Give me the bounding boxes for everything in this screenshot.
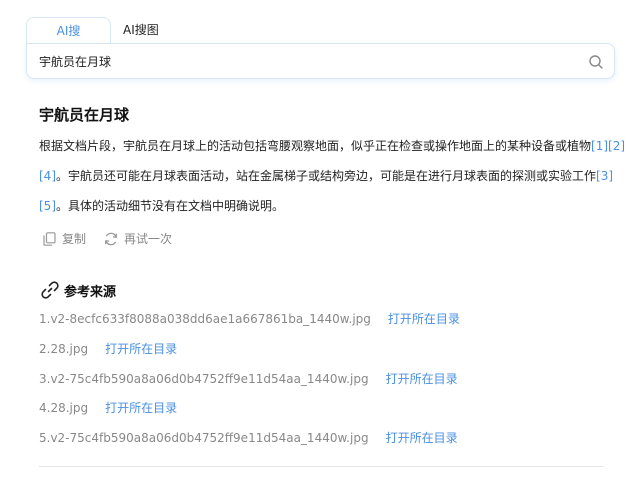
tab-ai-image-search[interactable]: AI搜图 [111,17,171,43]
tab-ai-search[interactable]: AI搜索 [26,17,111,64]
source-item: 4.28.jpg 打开所在目录 [39,399,177,416]
open-folder-link[interactable]: 打开所在目录 [386,370,458,387]
open-folder-link[interactable]: 打开所在目录 [388,310,460,327]
source-item: 3.v2-75c4fb590a8a06d0b4752ff9e11d54aa_14… [39,370,458,387]
source-file-name: 1.v2-8ecfc633f8088a038dd6ae1a667861ba_14… [39,311,371,326]
copy-label: 复制 [62,232,87,246]
copy-button[interactable]: 复制 [43,230,86,247]
reference-link-4[interactable]: [4] [39,169,56,183]
search-box [26,43,615,79]
retry-label: 再试一次 [124,232,173,246]
reference-link-2[interactable]: [2] [608,139,625,153]
sources-title: 参考来源 [64,284,117,300]
open-folder-link[interactable]: 打开所在目录 [105,399,177,416]
search-icon[interactable] [588,54,604,70]
source-file-name: 4.28.jpg [39,400,89,415]
answer-line-2: [4]。宇航员还可能在月球表面活动，站在金属梯子或结构旁边，可能是在进行月球表面… [39,167,613,184]
open-folder-link[interactable]: 打开所在目录 [386,429,458,446]
retry-button[interactable]: 再试一次 [104,230,172,247]
source-file-name: 5.v2-75c4fb590a8a06d0b4752ff9e11d54aa_14… [39,430,369,445]
source-item: 1.v2-8ecfc633f8088a038dd6ae1a667861ba_14… [39,310,460,327]
reference-link-5[interactable]: [5] [39,199,56,213]
source-item: 5.v2-75c4fb590a8a06d0b4752ff9e11d54aa_14… [39,429,458,446]
answer-line-3: [5]。具体的活动细节没有在文档中明确说明。 [39,197,284,214]
source-file-name: 2.28.jpg [39,341,89,356]
answer-text: 。宇航员还可能在月球表面活动，站在金属梯子或结构旁边，可能是在进行月球表面的探测… [56,169,597,183]
answer-title: 宇航员在月球 [39,106,130,124]
reference-link-3[interactable]: [3] [596,169,613,183]
answer-text: 根据文档片段，宇航员在月球上的活动包括弯腰观察地面，似乎正在检查或操作地面上的某… [39,139,592,153]
reference-link-1[interactable]: [1] [591,139,608,153]
search-input[interactable] [39,52,559,70]
source-file-name: 3.v2-75c4fb590a8a06d0b4752ff9e11d54aa_14… [39,371,369,386]
copy-icon [43,231,56,246]
source-item: 2.28.jpg 打开所在目录 [39,340,177,357]
search-mode-tabs: AI搜索 AI搜图 [26,17,171,64]
refresh-icon [104,232,118,245]
open-folder-link[interactable]: 打开所在目录 [105,340,177,357]
answer-actions: 复制 再试一次 [43,230,190,247]
sources-header: 参考来源 [40,280,116,300]
answer-text: 。具体的活动细节没有在文档中明确说明。 [56,199,285,213]
divider [39,466,603,467]
answer-line-1: 根据文档片段，宇航员在月球上的活动包括弯腰观察地面，似乎正在检查或操作地面上的某… [39,137,625,154]
link-icon [41,281,59,299]
